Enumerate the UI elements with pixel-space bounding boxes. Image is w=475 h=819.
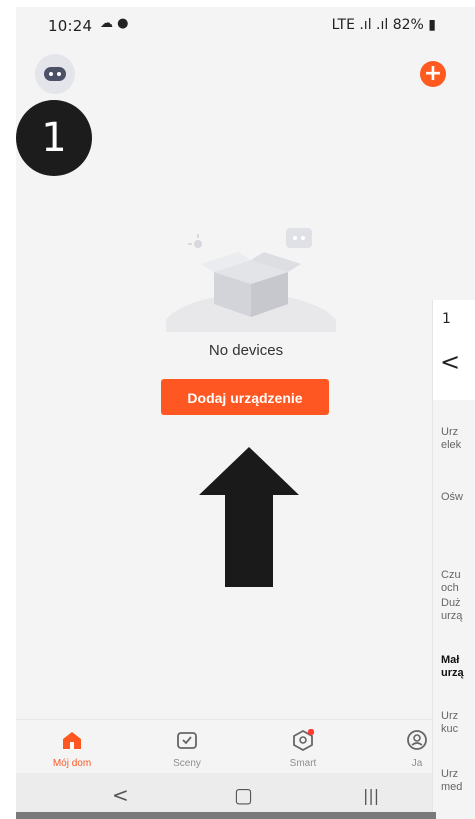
profile-icon	[407, 730, 427, 750]
bottom-frame-strip	[16, 812, 436, 819]
profile-avatar[interactable]	[35, 54, 75, 94]
scenes-icon	[177, 732, 197, 749]
no-devices-message: No devices	[208, 342, 284, 359]
category-item[interactable]: elek	[433, 439, 475, 452]
category-item[interactable]: Ośw	[433, 491, 475, 504]
category-item[interactable]: och	[433, 582, 475, 595]
category-item[interactable]: kuc	[433, 723, 475, 736]
tab-sceny[interactable]: Sceny	[147, 720, 227, 774]
category-item[interactable]: Urz	[433, 710, 475, 723]
nav-recents-button[interactable]: |||	[363, 786, 379, 805]
tab-label: Sceny	[173, 758, 201, 769]
robot-avatar-icon	[44, 67, 66, 81]
category-item-selected[interactable]: urzą	[433, 667, 475, 680]
back-chevron-icon[interactable]: <	[440, 348, 460, 376]
second-screenshot-panel: 1 < Urz elek Ośw Czu och Duż urzą Mał ur…	[432, 300, 475, 819]
category-item[interactable]: Czu	[433, 569, 475, 582]
category-item[interactable]: med	[433, 781, 475, 794]
tab-smart[interactable]: Smart	[263, 720, 343, 774]
step-number-badge: 1	[16, 100, 92, 176]
bottom-tab-bar: Mój dom Sceny Smart Ja	[16, 719, 432, 774]
status-bar: 10:24 ☁ ● LTE .ıl .ıl 82% ▮	[16, 7, 475, 45]
overlay-status-time: 1	[442, 311, 451, 327]
tab-moj-dom[interactable]: Mój dom	[32, 720, 112, 774]
category-item[interactable]: Urz	[433, 426, 475, 439]
tab-label: Mój dom	[52, 758, 92, 769]
phone-screen: 10:24 ☁ ● LTE .ıl .ıl 82% ▮ + 1 No devic…	[16, 7, 475, 819]
category-item[interactable]: Duż	[433, 597, 475, 610]
add-device-plus-button[interactable]: +	[420, 61, 446, 87]
category-item-selected[interactable]: Mał	[433, 654, 475, 667]
status-time: 10:24	[48, 17, 93, 35]
nav-home-button[interactable]: ▢	[234, 783, 253, 807]
smart-icon	[293, 729, 314, 751]
tab-label: Smart	[289, 758, 317, 769]
category-item[interactable]: Urz	[433, 768, 475, 781]
notification-icons: ☁ ●	[100, 16, 129, 31]
home-icon	[63, 732, 81, 749]
category-item[interactable]: urzą	[433, 610, 475, 623]
signal-battery-indicator: LTE .ıl .ıl 82% ▮	[331, 17, 436, 33]
up-arrow-annotation	[199, 447, 299, 587]
empty-box-illustration	[166, 228, 336, 332]
nav-back-button[interactable]: <	[112, 783, 129, 807]
add-device-button[interactable]: Dodaj urządzenie	[161, 379, 329, 415]
